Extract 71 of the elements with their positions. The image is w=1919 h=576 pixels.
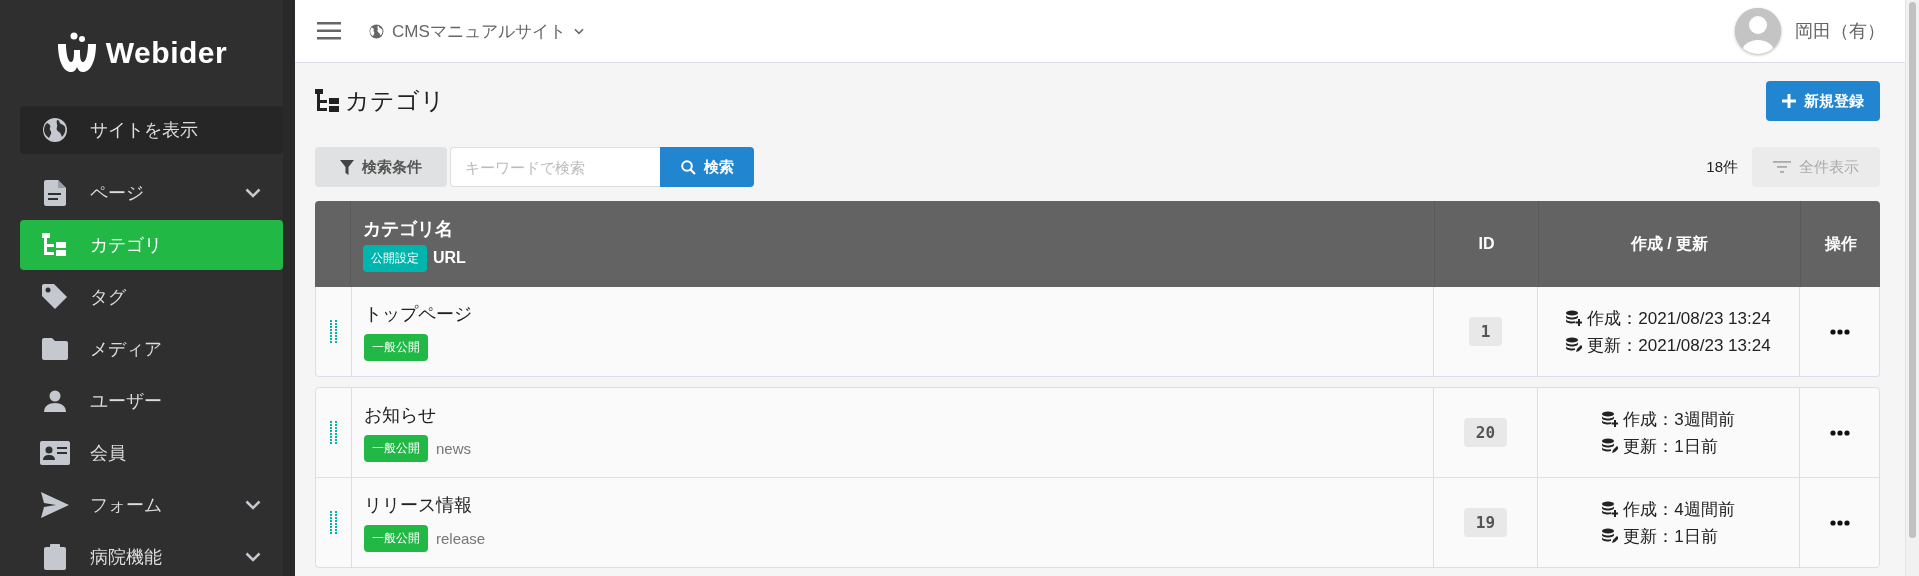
sidebar-item[interactable]: ユーザー	[20, 376, 283, 426]
search-field[interactable]: キーワードで検索	[450, 147, 660, 187]
logo-text: Webider	[105, 36, 228, 70]
status-badge: 一般公開	[364, 435, 428, 462]
folder-icon	[42, 338, 68, 360]
updated-date: 更新：1日前	[1623, 435, 1718, 458]
more-icon[interactable]	[1829, 328, 1850, 335]
id-badge: 20	[1463, 418, 1508, 447]
view-site-button[interactable]: サイトを表示	[20, 106, 283, 154]
created-date: 作成：2021/08/23 13:24	[1587, 307, 1771, 330]
status-header-badge: 公開設定	[363, 244, 427, 272]
created-date: 作成：4週間前	[1623, 498, 1735, 521]
status-badge: 一般公開	[364, 525, 428, 552]
database-pencil-icon	[1602, 528, 1619, 544]
chevron-down-icon[interactable]	[573, 27, 584, 35]
database-plus-icon	[1566, 310, 1583, 326]
document-icon	[44, 180, 66, 206]
more-icon[interactable]	[1829, 429, 1850, 436]
column-header: URL	[433, 249, 466, 267]
sidebar-item[interactable]: 会員	[20, 428, 283, 478]
tag-icon	[42, 284, 68, 310]
sort-icon	[1773, 161, 1791, 173]
globe-icon	[42, 117, 68, 143]
filter-icon	[340, 159, 354, 175]
created-date: 作成：3週間前	[1623, 408, 1735, 431]
id-badge: 19	[1463, 508, 1508, 537]
id-card-icon	[40, 441, 70, 465]
status-badge: 一般公開	[364, 334, 428, 361]
category-icon	[42, 233, 68, 257]
globe-icon	[369, 23, 384, 39]
send-icon	[41, 492, 69, 518]
category-name: トップページ	[364, 303, 472, 326]
column-header: カテゴリ名	[363, 217, 453, 241]
updated-date: 更新：1日前	[1623, 525, 1718, 548]
plus-icon	[1782, 94, 1796, 108]
column-header: 操作	[1824, 233, 1857, 254]
sidebar-item[interactable]: フォーム	[20, 480, 283, 530]
category-url: release	[436, 530, 486, 547]
user-icon	[44, 390, 66, 412]
menu-icon[interactable]	[317, 22, 341, 40]
site-selector[interactable]: CMSマニュアルサイト	[392, 19, 566, 43]
scrollbar[interactable]	[1905, 0, 1919, 576]
category-name: リリース情報	[364, 494, 472, 517]
user-name[interactable]: 岡田（有）	[1795, 19, 1885, 43]
database-pencil-icon	[1566, 337, 1583, 353]
drag-handle-icon[interactable]	[329, 319, 338, 344]
sidebar-item[interactable]: メディア	[20, 324, 283, 374]
category-name: お知らせ	[364, 404, 436, 427]
updated-date: 更新：2021/08/23 13:24	[1587, 334, 1771, 357]
sidebar-item[interactable]: タグ	[20, 272, 283, 322]
page-title: カテゴリ	[345, 86, 445, 116]
id-badge: 1	[1468, 317, 1503, 346]
category-icon	[315, 89, 341, 113]
drag-handle-icon[interactable]	[329, 510, 338, 535]
more-icon[interactable]	[1829, 519, 1850, 526]
result-count: 18件	[1706, 157, 1738, 177]
search-icon	[680, 159, 696, 175]
column-header: 作成 / 更新	[1630, 233, 1709, 254]
database-pencil-icon	[1602, 438, 1619, 454]
new-button[interactable]: 新規登録	[1766, 81, 1880, 121]
column-header: ID	[1478, 235, 1495, 253]
logo-icon	[55, 32, 98, 74]
clipboard-icon	[44, 544, 66, 570]
filter-button[interactable]: 検索条件	[315, 147, 447, 187]
sidebar-item[interactable]: ページ	[20, 168, 283, 218]
database-plus-icon	[1602, 501, 1619, 517]
drag-handle-icon[interactable]	[329, 420, 338, 445]
category-url: news	[436, 440, 472, 457]
database-plus-icon	[1602, 411, 1619, 427]
search-button[interactable]: 検索	[660, 147, 754, 187]
sidebar-item[interactable]: 病院機能	[20, 532, 283, 576]
